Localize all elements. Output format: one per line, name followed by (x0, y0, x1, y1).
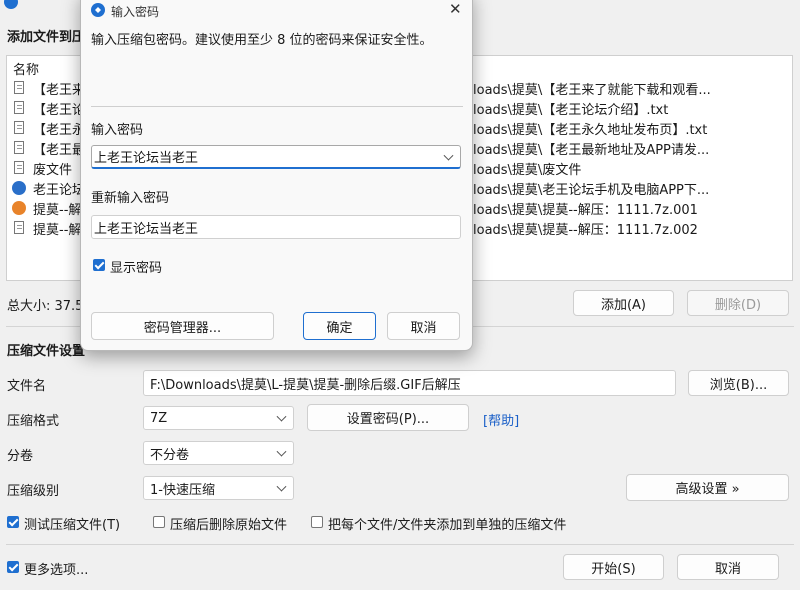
password-input[interactable]: 上老王论坛当老王 (91, 145, 461, 169)
chevron-down-icon (276, 481, 287, 492)
split-select[interactable]: 不分卷 (143, 441, 294, 465)
app-icon (12, 181, 26, 195)
list-item-path: loads\提莫\废文件 (473, 163, 582, 178)
level-select[interactable]: 1-快速压缩 (143, 476, 294, 500)
file-icon (14, 221, 24, 234)
list-item-name: 废文件 (33, 163, 73, 178)
show-password-label[interactable]: 显示密码 (110, 257, 162, 276)
split-value: 不分卷 (150, 447, 190, 463)
app-logo-icon (91, 3, 105, 17)
password-label: 输入密码 (91, 123, 144, 138)
password-manager-button[interactable]: 密码管理器... (91, 312, 274, 340)
list-item-name: 提莫--解 (33, 203, 82, 218)
main-cancel-button[interactable]: 取消 (677, 554, 779, 580)
dialog-cancel-button[interactable]: 取消 (387, 312, 460, 340)
add-section-title: 添加文件到压 (7, 30, 86, 45)
filename-value: F:\Downloads\提莫\L-提莫\提莫-删除后缀.GIF后解压 (150, 377, 461, 393)
chevron-down-icon[interactable] (443, 150, 454, 161)
list-item-name: 老王论坛 (33, 183, 86, 198)
app-logo-icon (4, 0, 18, 9)
filename-label: 文件名 (7, 379, 47, 394)
each-file-label[interactable]: 把每个文件/文件夹添加到单独的压缩文件 (328, 514, 566, 533)
confirm-password-input[interactable]: 上老王论坛当老王 (91, 215, 461, 239)
file-icon (14, 141, 24, 154)
file-icon (14, 121, 24, 134)
delete-button[interactable]: 删除(D) (687, 290, 789, 316)
delete-after-checkbox[interactable] (153, 516, 165, 528)
dialog-title: 输入密码 (111, 5, 160, 19)
more-options-checkbox[interactable] (7, 561, 19, 573)
file-icon (14, 101, 24, 114)
confirm-password-value: 上老王论坛当老王 (94, 221, 199, 237)
close-icon[interactable]: ✕ (449, 0, 462, 18)
format-label: 压缩格式 (7, 414, 60, 429)
delete-after-label[interactable]: 压缩后删除原始文件 (170, 514, 287, 533)
dialog-description: 输入压缩包密码。建议使用至少 8 位的密码来保证安全性。 (91, 33, 433, 48)
list-item-path: loads\提莫\老王论坛手机及电脑APP下... (473, 183, 710, 198)
test-archive-checkbox[interactable] (7, 516, 19, 528)
help-link[interactable]: [帮助] (483, 410, 519, 429)
list-item-path: loads\提莫\【老王最新地址及APP请发... (473, 143, 710, 158)
list-item-name: 【老王最 (33, 143, 86, 158)
test-archive-label[interactable]: 测试压缩文件(T) (24, 514, 120, 533)
more-options-label[interactable]: 更多选项... (24, 559, 88, 578)
add-button[interactable]: 添加(A) (573, 290, 674, 316)
column-header-name[interactable]: 名称 (13, 59, 39, 78)
level-value: 1-快速压缩 (150, 482, 215, 498)
divider (6, 544, 794, 545)
chevron-down-icon (276, 446, 287, 457)
confirm-password-label: 重新输入密码 (91, 191, 170, 206)
divider (91, 106, 463, 107)
list-item-path: loads\提莫\提莫--解压：1111.7z.002 (473, 223, 698, 238)
chevron-down-icon (276, 411, 287, 422)
start-button[interactable]: 开始(S) (563, 554, 664, 580)
ok-button[interactable]: 确定 (303, 312, 376, 340)
list-item-name: 提莫--解 (33, 223, 82, 238)
list-item-name: 【老王来 (33, 83, 86, 98)
browse-button[interactable]: 浏览(B)... (688, 370, 789, 396)
password-dialog: 输入密码 ✕ 输入压缩包密码。建议使用至少 8 位的密码来保证安全性。 输入密码… (80, 0, 473, 351)
each-file-checkbox[interactable] (311, 516, 323, 528)
total-size: 总大小: 37.5 (7, 299, 84, 314)
level-label: 压缩级别 (7, 484, 60, 499)
split-label: 分卷 (7, 449, 34, 464)
file-icon (14, 81, 24, 94)
file-icon (14, 161, 24, 174)
format-value: 7Z (150, 410, 168, 426)
filename-field[interactable]: F:\Downloads\提莫\L-提莫\提莫-删除后缀.GIF后解压 (143, 370, 676, 396)
list-item-path: loads\提莫\提莫--解压：1111.7z.001 (473, 203, 698, 218)
password-value: 上老王论坛当老王 (94, 151, 199, 166)
format-select[interactable]: 7Z (143, 406, 294, 430)
list-item-path: loads\提莫\【老王永久地址发布页】.txt (473, 123, 708, 138)
list-item-path: loads\提莫\【老王论坛介绍】.txt (473, 103, 669, 118)
list-item-path: loads\提莫\【老王来了就能下载和观看... (473, 83, 711, 98)
show-password-checkbox[interactable] (93, 259, 105, 271)
compress-settings-title: 压缩文件设置 (7, 344, 86, 359)
set-password-button[interactable]: 设置密码(P)... (307, 404, 469, 431)
list-item-name: 【老王永 (33, 123, 86, 138)
advanced-settings-button[interactable]: 高级设置 » (626, 474, 789, 501)
list-item-name: 【老王论 (33, 103, 86, 118)
archive-icon (12, 201, 26, 215)
